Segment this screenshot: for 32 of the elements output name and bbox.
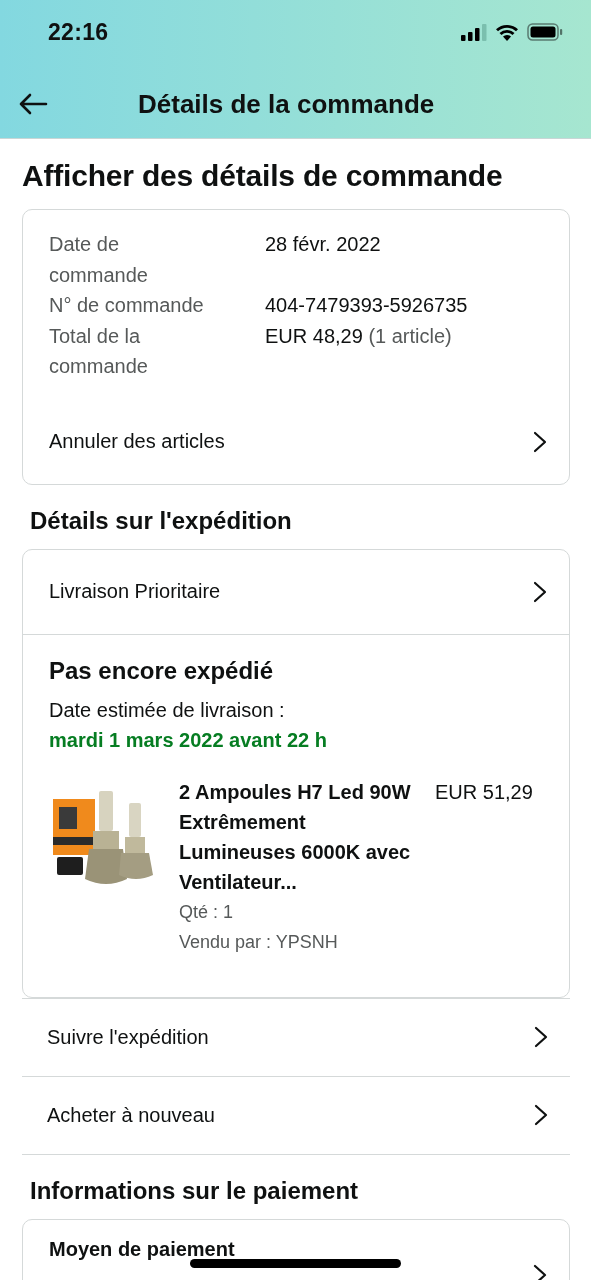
product-title[interactable]: 2 Ampoules H7 Led 90W Extrêmement Lumineuses 6000K avec Ventilateur... (179, 776, 415, 897)
product-price: EUR 51,29 (435, 779, 533, 805)
chevron-icon (534, 1104, 548, 1126)
list-row[interactable]: Acheter à nouveau (22, 1075, 570, 1155)
field-value: 404-7479393-5926735 (265, 293, 469, 318)
field-label: Date de commande (49, 232, 149, 288)
chevron-icon (534, 1026, 548, 1048)
chevron-icon (533, 580, 547, 603)
battery-icon (527, 23, 563, 41)
field-value: 28 févr. 2022 (265, 232, 382, 257)
section-heading: Informations sur le paiement (30, 1176, 360, 1205)
list-row[interactable]: Moyen de paiement (23, 1219, 569, 1280)
field-label: Total de la commande (49, 323, 149, 379)
signal-icon (461, 23, 487, 41)
clock-time: 22:16 (48, 18, 109, 46)
shipment-status: Pas encore expédié (49, 656, 275, 685)
list-row[interactable]: Annuler des articles (23, 399, 569, 484)
screen-title: Détails de la commande (138, 88, 435, 120)
section-heading: Détails sur l'expédition (30, 506, 293, 535)
quantity-text: Qté : 1 (179, 900, 235, 924)
field-value: EUR 48,29 (1 article) (265, 323, 453, 349)
delivery-date: mardi 1 mars 2022 avant 22 h (49, 727, 328, 753)
list-row[interactable]: Livraison Prioritaire (23, 549, 569, 634)
field-label: N° de commande (49, 293, 205, 318)
wifi-icon (495, 23, 519, 41)
chevron-icon (533, 1263, 547, 1280)
delivery-label: Date estimée de livraison : (49, 697, 286, 723)
page-heading: Afficher des détails de commande (22, 159, 504, 193)
chevron-icon (533, 430, 547, 453)
list-row[interactable]: Suivre l'expédition (22, 997, 570, 1076)
seller-text: Vendu par : YPSNH (179, 930, 339, 954)
back-arrow-icon (18, 93, 48, 115)
